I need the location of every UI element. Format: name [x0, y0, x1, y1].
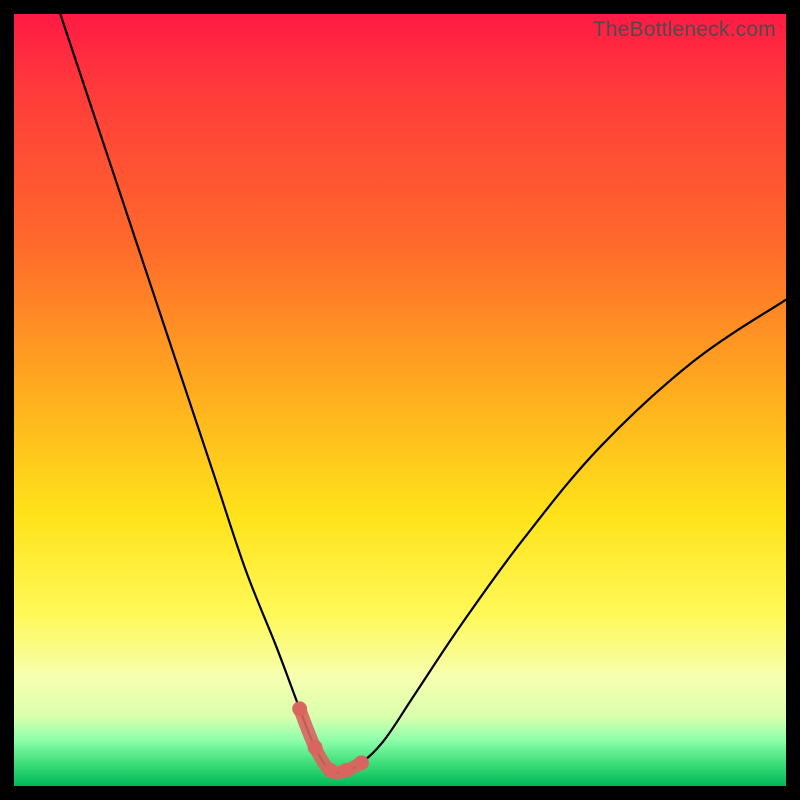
- highlight-dot: [292, 701, 307, 716]
- bottleneck-highlight-dots: [292, 701, 369, 778]
- highlight-dot: [338, 763, 353, 778]
- chart-frame: TheBottleneck.com: [0, 0, 800, 800]
- bottleneck-curve-svg: [14, 14, 786, 786]
- plot-area: TheBottleneck.com: [14, 14, 786, 786]
- highlight-dot: [323, 763, 338, 778]
- highlight-dot: [354, 755, 369, 770]
- highlight-dot: [308, 740, 323, 755]
- bottleneck-curve-path: [60, 14, 786, 773]
